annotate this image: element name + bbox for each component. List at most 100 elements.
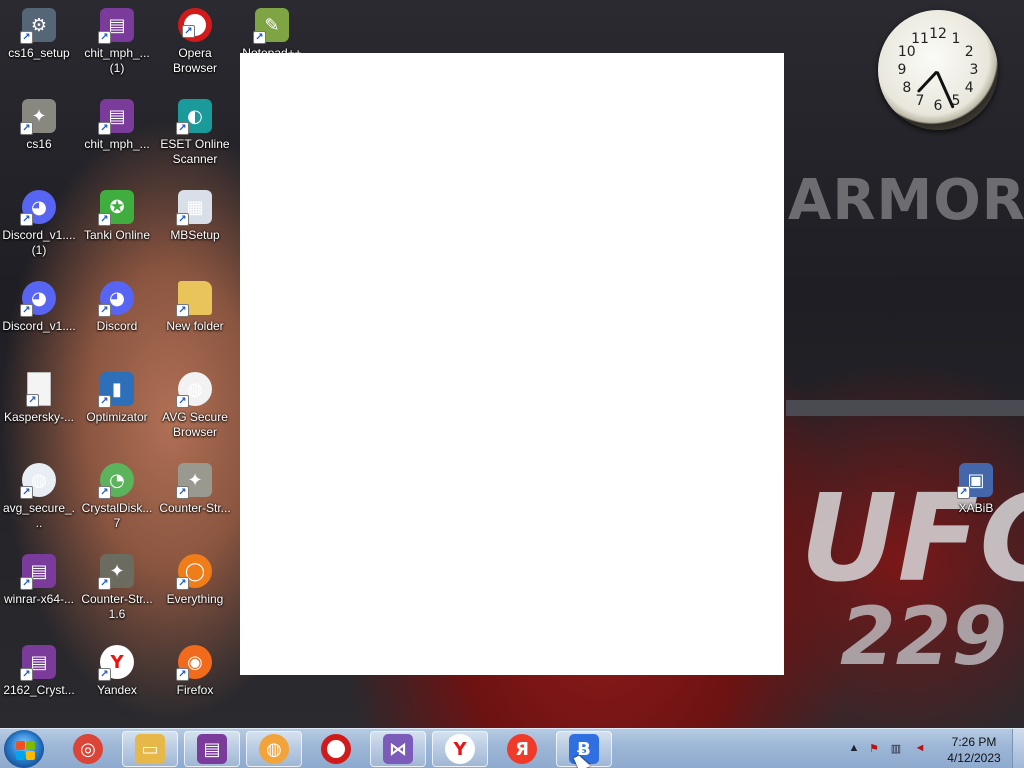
shortcut-arrow-icon: ↗: [98, 213, 111, 226]
shortcut-arrow-icon: ↗: [20, 122, 33, 135]
desktop-icon-label: avg_secure_...: [2, 501, 76, 530]
desktop-icon[interactable]: ✦ ↗ Counter-Str... 1.6: [78, 548, 156, 622]
blank-window[interactable]: [240, 53, 784, 675]
desktop-icon[interactable]: ✪ ↗ Tanki Online: [78, 184, 156, 243]
show-desktop-button[interactable]: [1012, 729, 1024, 768]
desktop-icon[interactable]: ◍ ↗ AVG Secure Browser: [156, 366, 234, 440]
desktop-icon-label: cs16_setup: [8, 46, 70, 60]
shortcut-arrow-icon: ↗: [20, 213, 33, 226]
windows-logo-icon-part: [16, 751, 25, 760]
taskbar-item-avg-browser[interactable]: ◍: [246, 731, 302, 767]
desktop-icon[interactable]: ▤ ↗ chit_mph_...: [78, 93, 156, 152]
wallpaper-text-229: 229: [840, 590, 1007, 683]
show-hidden-icons-icon[interactable]: ▲: [846, 742, 862, 756]
desktop-icon-label: ESET Online Scanner: [160, 137, 230, 166]
yandex-browser-icon: Y ↗: [98, 645, 134, 681]
desktop-icon[interactable]: ▤ ↗ 2162_Cryst...: [0, 639, 78, 698]
malwarebytes-setup-icon: ▦ ↗: [176, 190, 212, 226]
desktop-icon-label: Everything: [166, 592, 224, 606]
winrar-archive-icon: ▤ ↗: [98, 8, 134, 44]
visual-studio-installer-icon: ⋈: [383, 734, 413, 764]
desktop-icon[interactable]: ◯ ↗ Everything: [156, 548, 234, 607]
tray-date: 4/12/2023: [947, 751, 1001, 765]
shortcut-arrow-icon: ↗: [98, 486, 111, 499]
shortcut-arrow-icon: ↗: [20, 31, 33, 44]
desktop-icon[interactable]: ◕ ↗ Discord: [78, 275, 156, 334]
action-center-flag-icon[interactable]: ⚑: [866, 742, 882, 756]
taskbar-item-yandex[interactable]: Я: [494, 731, 550, 767]
optimizator-icon: ▮ ↗: [98, 372, 134, 408]
clock-number: 11: [911, 30, 929, 47]
desktop-icon[interactable]: ◉ ↗ Firefox: [156, 639, 234, 698]
desktop-icon-label: Counter-Str... 1.6: [81, 592, 153, 621]
desktop-icon-label: Kaspersky-...: [3, 410, 75, 424]
shortcut-arrow-icon: ↗: [176, 395, 189, 408]
taskbar-item-chrome[interactable]: ◎: [60, 731, 116, 767]
shortcut-arrow-icon: ↗: [98, 395, 111, 408]
clock-number: 3: [969, 62, 979, 78]
shortcut-arrow-icon: ↗: [98, 304, 111, 317]
avg-browser-icon: ◍: [259, 734, 289, 764]
clock-hour-hand: [916, 70, 939, 94]
volume-muted-icon[interactable]: ◄: [912, 742, 928, 756]
shortcut-arrow-icon: ↗: [98, 122, 111, 135]
desktop-icon-label: Tanki Online: [83, 228, 151, 242]
desktop-icon[interactable]: Y ↗ Yandex: [78, 639, 156, 698]
desktop-icon-label: Discord_v1....: [2, 319, 76, 333]
desktop-icon-label: New folder: [166, 319, 224, 333]
desktop-icon[interactable]: ▤ ↗ chit_mph_... (1): [78, 2, 156, 76]
desktop-icon[interactable]: ◐ ↗ ESET Online Scanner: [156, 93, 234, 167]
desktop-icon[interactable]: ↗ New folder: [156, 275, 234, 334]
desktop-icon[interactable]: ◔ ↗ CrystalDisk... 7: [78, 457, 156, 531]
desktop-icon-label: CrystalDisk... 7: [81, 501, 153, 530]
shortcut-arrow-icon: ↗: [20, 668, 33, 681]
notepad-plus-plus-icon: ✎ ↗: [253, 8, 289, 44]
desktop-icon[interactable]: ▮ ↗ Optimizator: [78, 366, 156, 425]
folder-icon: ↗: [176, 281, 212, 317]
file-explorer-icon: ▭: [135, 734, 165, 764]
desktop-icon-label: Discord: [96, 319, 138, 333]
wallpaper-stripe: [786, 400, 1024, 416]
taskbar-item-visual-studio-installer[interactable]: ⋈: [370, 731, 426, 767]
desktop-icon[interactable]: ✦ ↗ Counter-Str...: [156, 457, 234, 516]
desktop-icon-label: MBSetup: [170, 228, 220, 242]
network-icon[interactable]: ▥: [888, 742, 904, 756]
clock-number: 12: [929, 26, 947, 42]
wallpaper-text-armor: ARMOR: [788, 168, 1024, 233]
opera-icon: ↗: [178, 8, 212, 42]
counter-strike-icon: ✦ ↗: [176, 463, 212, 499]
taskbar-item-yandex-browser[interactable]: Y: [432, 731, 488, 767]
taskbar-item-explorer[interactable]: ▭: [122, 731, 178, 767]
eset-scanner-icon: ◐ ↗: [176, 99, 212, 135]
desktop-icon[interactable]: ↗ Kaspersky-...: [0, 366, 78, 425]
shortcut-arrow-icon: ↗: [957, 486, 970, 499]
desktop-icon[interactable]: ◕ ↗ Discord_v1.... (1): [0, 184, 78, 258]
desktop-icon[interactable]: ▦ ↗ MBSetup: [156, 184, 234, 243]
desktop-icon[interactable]: ⚙ ↗ cs16_setup: [0, 2, 78, 61]
desktop-icon[interactable]: ✦ ↗ cs16: [0, 93, 78, 152]
desktop-icon-label: Firefox: [176, 683, 214, 697]
shortcut-arrow-icon: ↗: [20, 304, 33, 317]
clock-gadget[interactable]: 12 1 2 3 4 5 6 7 8 9 10 11: [878, 10, 998, 130]
shortcut-arrow-icon: ↗: [20, 577, 33, 590]
shortcut-arrow-icon: ↗: [26, 394, 39, 407]
desktop-icon[interactable]: ◍ ↗ avg_secure_...: [0, 457, 78, 531]
file-icon: ↗: [26, 372, 51, 407]
tray-time: 7:26 PM: [951, 735, 997, 749]
start-button[interactable]: [4, 730, 44, 768]
shortcut-arrow-icon: ↗: [176, 213, 189, 226]
desktop-icon[interactable]: ◕ ↗ Discord_v1....: [0, 275, 78, 334]
shortcut-arrow-icon: ↗: [182, 25, 195, 38]
desktop-icon-label: AVG Secure Browser: [162, 410, 228, 439]
shortcut-arrow-icon: ↗: [98, 577, 111, 590]
taskbar-item-winrar[interactable]: ▤: [184, 731, 240, 767]
clock-tray[interactable]: 7:26 PM 4/12/2023: [944, 734, 1004, 766]
taskbar-item-opera[interactable]: [308, 731, 364, 767]
desktop-icon-label: 2162_Cryst...: [3, 683, 75, 697]
desktop-icon[interactable]: ▣ ↗ XABiB: [937, 457, 1015, 516]
winrar-installer-icon: ▤ ↗: [20, 554, 56, 590]
desktop-icon[interactable]: ▤ ↗ winrar-x64-...: [0, 548, 78, 607]
desktop-icon[interactable]: ↗ Opera Browser: [156, 2, 234, 76]
avg-browser-icon: ◍ ↗: [176, 372, 212, 408]
clock-number: 2: [964, 44, 974, 60]
